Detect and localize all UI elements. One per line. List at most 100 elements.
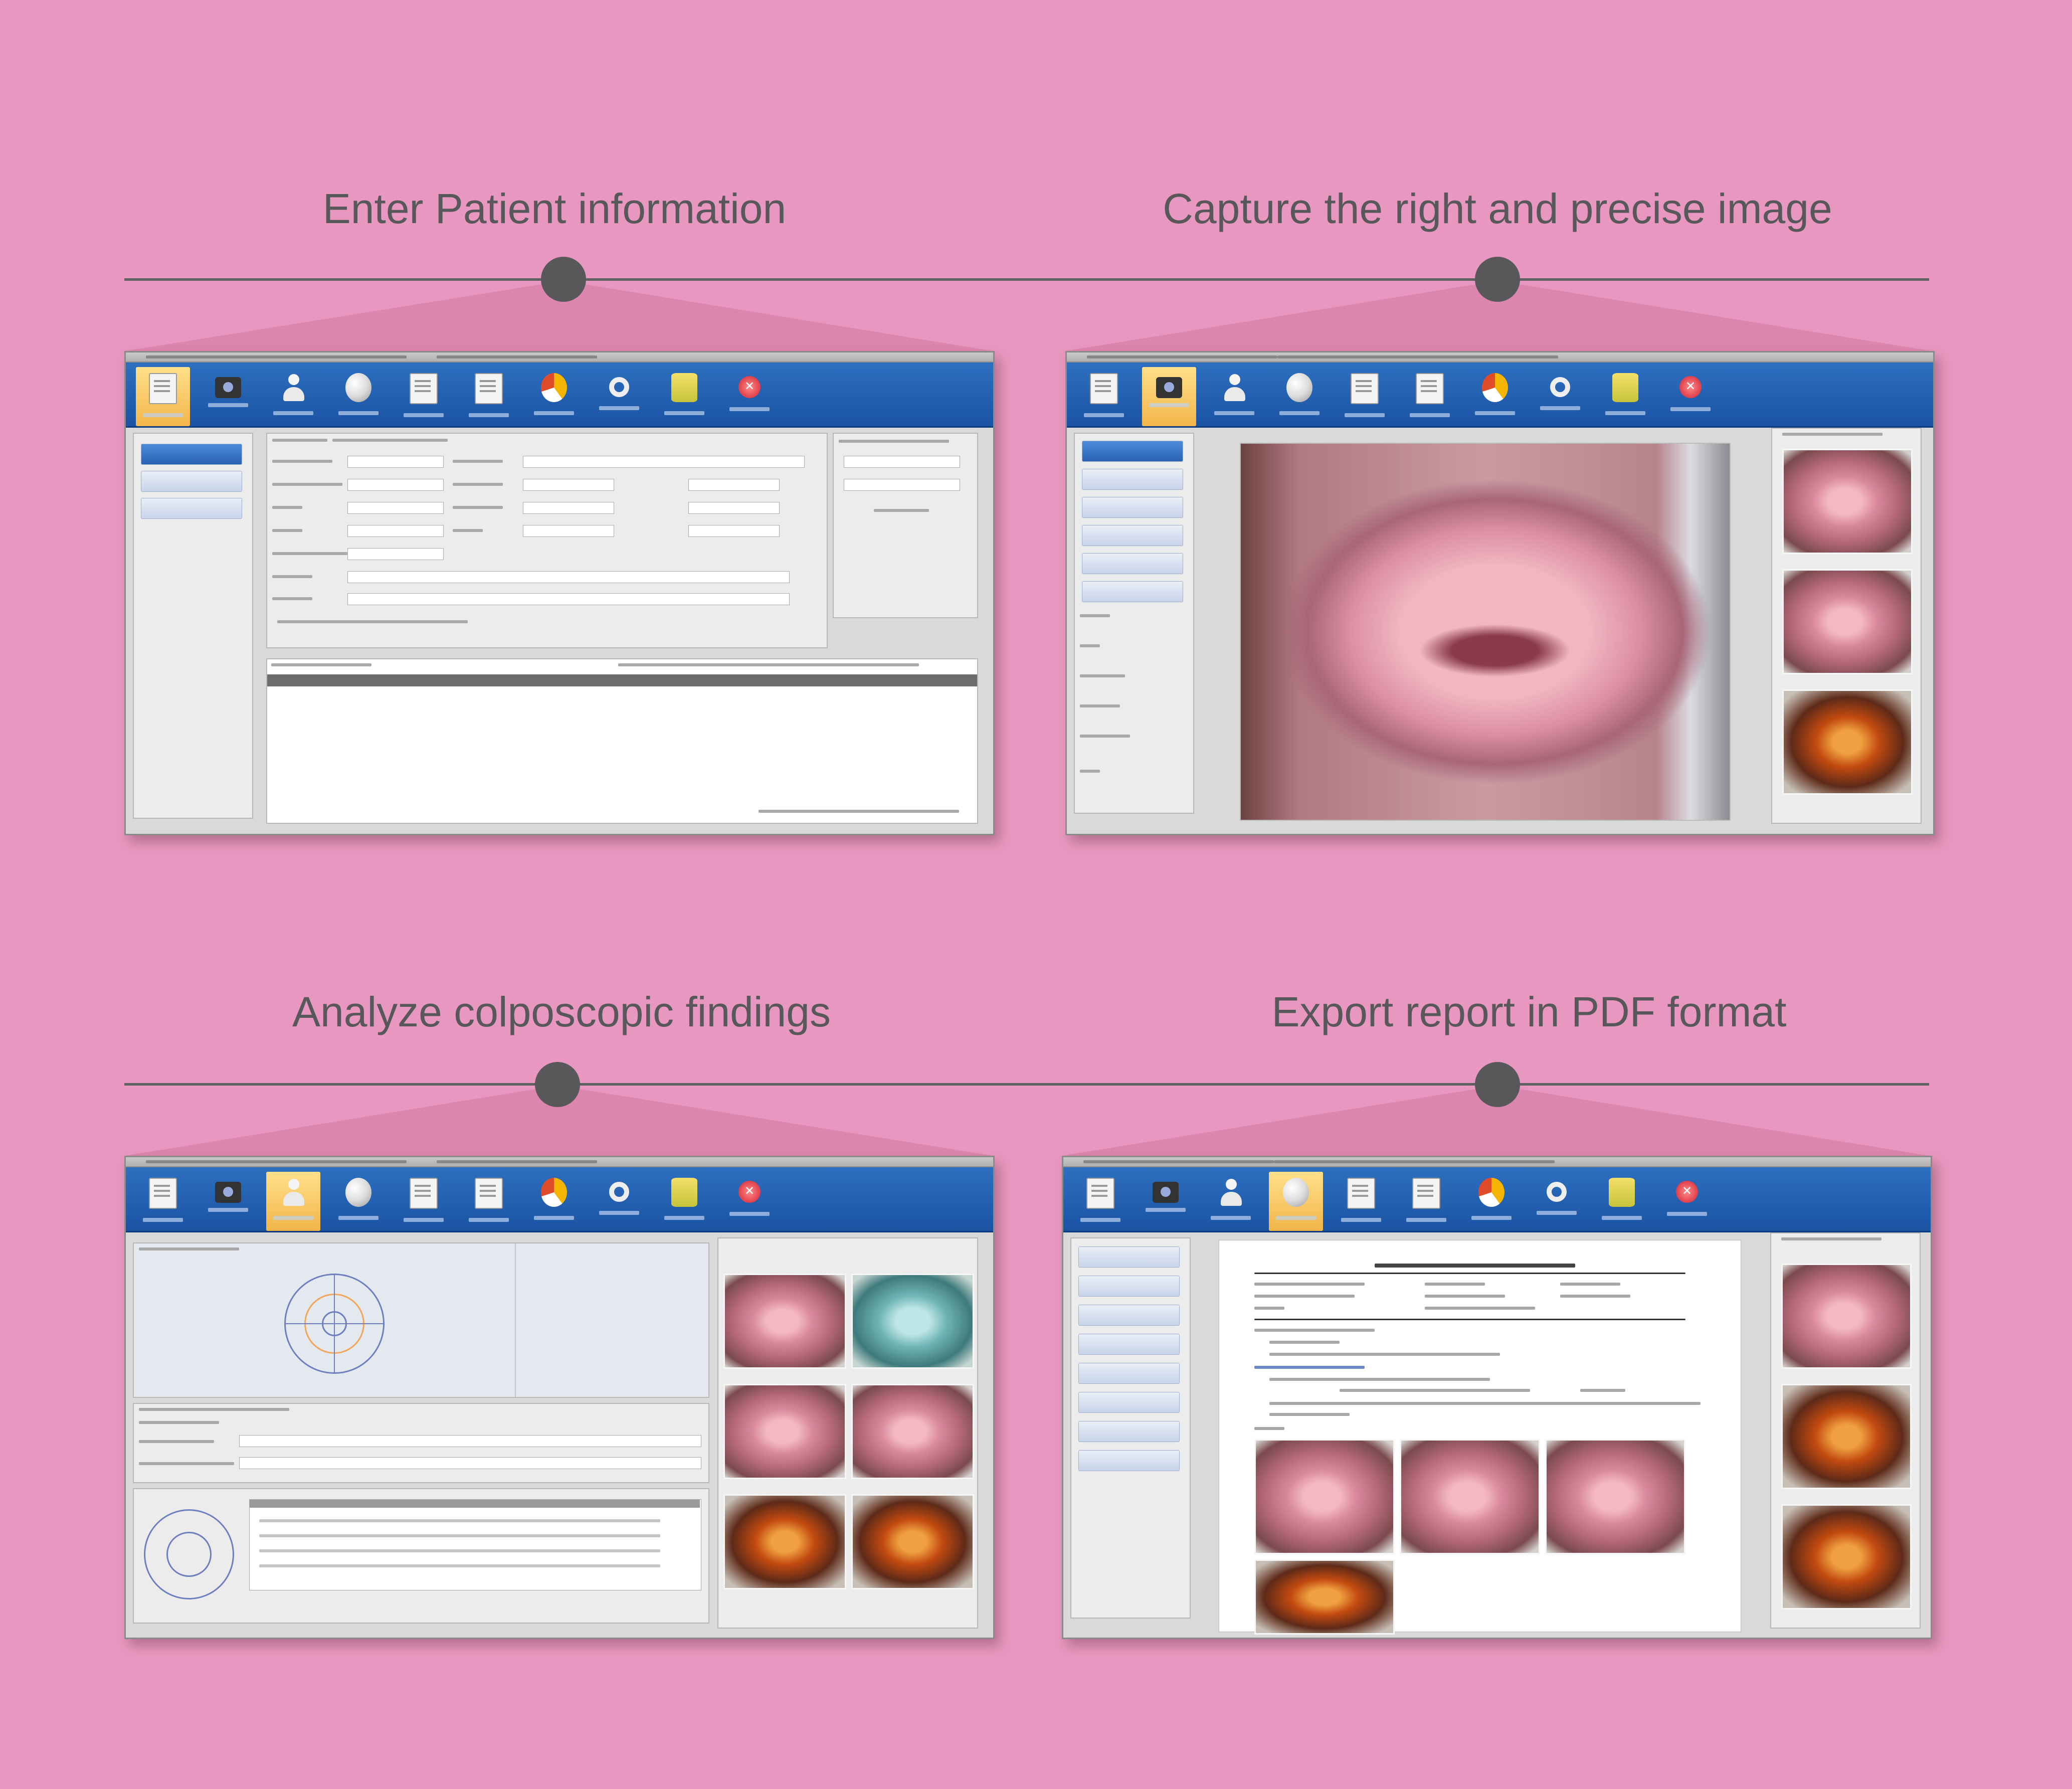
toolbar-capture[interactable] <box>201 1172 255 1231</box>
captured-thumbnail[interactable] <box>723 1274 846 1369</box>
captured-thumbnail[interactable] <box>1781 1384 1912 1489</box>
toolbar-statistics[interactable] <box>527 367 581 426</box>
captured-thumbnail[interactable] <box>1782 689 1913 795</box>
toolbar-report[interactable] <box>331 367 386 426</box>
toolbar-backup[interactable] <box>1595 1172 1649 1231</box>
field-d[interactable] <box>688 479 780 491</box>
toolbar-document-b[interactable] <box>462 1172 516 1231</box>
toolbar-document-a[interactable] <box>397 367 451 426</box>
print-report-button[interactable] <box>1078 1276 1180 1297</box>
toolbar-document-b[interactable] <box>462 367 516 426</box>
captured-thumbnail[interactable] <box>1781 1504 1912 1609</box>
toolbar-assessment[interactable] <box>1204 1172 1258 1231</box>
captured-thumbnail[interactable] <box>723 1494 846 1589</box>
field-e[interactable] <box>347 502 444 514</box>
toolbar-patient-info[interactable] <box>136 367 190 426</box>
toolbar-exit[interactable] <box>722 1172 777 1231</box>
layout-6-button[interactable] <box>1078 1421 1180 1442</box>
toolbar-document-a[interactable] <box>1338 367 1392 426</box>
field-b[interactable] <box>347 479 444 491</box>
captured-thumbnail[interactable] <box>1782 449 1913 554</box>
treatment-suggestion-field[interactable] <box>239 1457 701 1469</box>
captured-thumbnail[interactable] <box>723 1384 846 1479</box>
toolbar-backup[interactable] <box>657 367 711 426</box>
toolbar-settings[interactable] <box>1530 1172 1584 1231</box>
toolbar-settings[interactable] <box>1533 367 1587 426</box>
save-report-button[interactable] <box>1078 1246 1180 1268</box>
toolbar-patient-info[interactable] <box>1073 1172 1127 1231</box>
layout-4-button[interactable] <box>1078 1392 1180 1413</box>
field-g[interactable] <box>688 502 780 514</box>
toolbar-exit[interactable] <box>722 367 777 426</box>
toolbar-backup[interactable] <box>657 1172 711 1231</box>
biopsy-panel <box>133 1488 709 1624</box>
toolbar-capture[interactable] <box>1139 1172 1193 1231</box>
toolbar-capture[interactable] <box>1142 367 1196 426</box>
field-k[interactable] <box>347 548 444 560</box>
toolbar-document-a[interactable] <box>1334 1172 1388 1231</box>
patient-grid-header <box>267 674 977 686</box>
captured-thumbnail[interactable] <box>851 1494 974 1589</box>
toolbar-settings[interactable] <box>592 367 646 426</box>
captured-thumbnail[interactable] <box>1781 1264 1912 1369</box>
export-pdf-button[interactable] <box>1078 1450 1180 1471</box>
toolbar-exit[interactable] <box>1663 367 1718 426</box>
toolbar-report[interactable] <box>1272 367 1327 426</box>
toolbar-settings[interactable] <box>592 1172 646 1231</box>
toolbar-report[interactable] <box>331 1172 386 1231</box>
captured-thumbnail[interactable] <box>851 1384 974 1479</box>
document-icon <box>1416 373 1444 404</box>
compare-button[interactable] <box>1082 497 1183 518</box>
field-f[interactable] <box>523 502 614 514</box>
toolbar-patient-info[interactable] <box>136 1172 190 1231</box>
patient-id-field[interactable] <box>347 456 444 468</box>
captured-thumbnail[interactable] <box>1782 569 1913 674</box>
field-h[interactable] <box>347 525 444 537</box>
timeline-dot-4 <box>1475 1062 1520 1107</box>
field-j[interactable] <box>688 525 780 537</box>
toolbar-assessment[interactable] <box>266 1172 320 1231</box>
toolbar-assessment[interactable] <box>266 367 320 426</box>
captured-thumbnail[interactable] <box>851 1274 974 1369</box>
field-m[interactable] <box>347 593 790 605</box>
toolbar-statistics[interactable] <box>1468 367 1522 426</box>
settings-button[interactable] <box>1082 581 1183 602</box>
toolbar-document-b[interactable] <box>1403 367 1457 426</box>
nav-item-2[interactable] <box>141 471 242 492</box>
toolbar-document-b[interactable] <box>1399 1172 1453 1231</box>
toolbar-document-a[interactable] <box>397 1172 451 1231</box>
nav-patient-info[interactable] <box>141 444 242 465</box>
patient-info-icon <box>149 1178 177 1209</box>
report-image <box>1400 1439 1540 1554</box>
assessment-icon <box>280 373 306 402</box>
toolbar-patient-info[interactable] <box>1077 367 1131 426</box>
exit-icon <box>738 1181 761 1203</box>
main-toolbar <box>126 363 993 428</box>
toolbar-statistics[interactable] <box>527 1172 581 1231</box>
preliminary-diagnosis-field[interactable] <box>239 1435 701 1447</box>
layout-2-button[interactable] <box>1078 1334 1180 1355</box>
backup-icon <box>1609 1178 1635 1207</box>
field-l[interactable] <box>347 571 790 583</box>
layout-1-button[interactable] <box>1078 1305 1180 1326</box>
field-a[interactable] <box>523 456 805 468</box>
live-view-button[interactable] <box>1082 441 1183 462</box>
timeline-dot-2 <box>1475 257 1520 302</box>
search-field[interactable] <box>844 456 960 468</box>
nav-item-3[interactable] <box>141 498 242 519</box>
search-field-2[interactable] <box>844 479 960 491</box>
toolbar-statistics[interactable] <box>1464 1172 1519 1231</box>
toolbar-backup[interactable] <box>1598 367 1652 426</box>
layout-3-button[interactable] <box>1078 1363 1180 1384</box>
toolbar-assessment[interactable] <box>1207 367 1261 426</box>
toolbar-capture[interactable] <box>201 367 255 426</box>
document-icon <box>410 1178 438 1209</box>
toolbar-report[interactable] <box>1269 1172 1323 1231</box>
field-i[interactable] <box>523 525 614 537</box>
green-filter-button[interactable] <box>1082 553 1183 574</box>
filter-button[interactable] <box>1082 525 1183 546</box>
field-c[interactable] <box>523 479 614 491</box>
right-search-panel <box>833 433 978 618</box>
capture-button[interactable] <box>1082 469 1183 490</box>
toolbar-exit[interactable] <box>1660 1172 1714 1231</box>
